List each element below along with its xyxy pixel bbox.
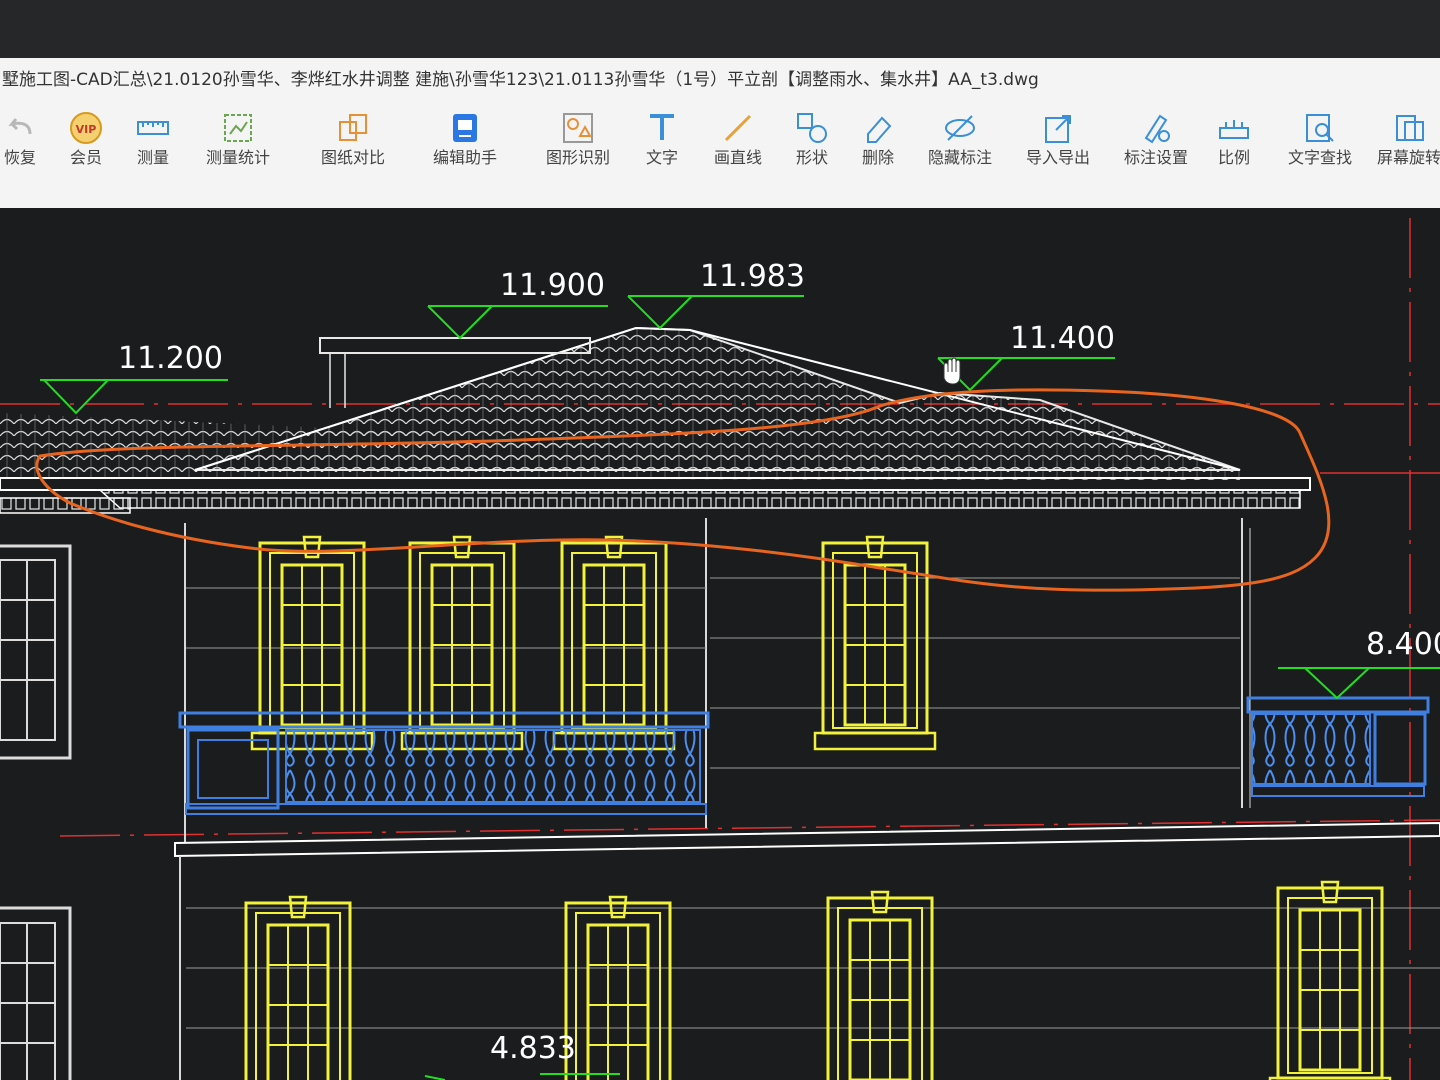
vip-badge-icon: VIP	[68, 110, 104, 146]
elevation-marker: 11.400	[937, 321, 1115, 392]
hide-annotation-icon	[942, 110, 978, 146]
text-icon	[644, 110, 680, 146]
tool-measure-stats[interactable]: 测量统计	[205, 102, 271, 202]
tool-label: 屏幕旋转	[1376, 148, 1440, 167]
elevation-label: 11.200	[118, 341, 223, 376]
left-window-lower	[0, 906, 72, 1080]
elevation-marker: 11.983	[627, 259, 805, 330]
tool-label: 图形识别	[545, 148, 610, 167]
measure-stats-icon	[220, 110, 256, 146]
balcony-railing	[178, 696, 1430, 815]
tool-label: 图纸对比	[320, 148, 385, 167]
tool-label: 文字	[645, 148, 678, 167]
window-upper	[250, 535, 937, 751]
tool-label: 导入导出	[1025, 148, 1090, 167]
tool-label: 编辑助手	[432, 148, 497, 167]
elevation-label: 11.400	[1010, 321, 1115, 356]
shape-recognition-icon	[560, 110, 596, 146]
tool-scale[interactable]: 比例	[1214, 102, 1254, 202]
elevation-drawing[interactable]: 11.200 11.900 11.983 11.400 8.400 4.833	[0, 208, 1440, 1080]
annotation-settings-icon	[1138, 110, 1174, 146]
tool-shape-recognition[interactable]: 图形识别	[543, 102, 613, 202]
tool-text[interactable]: 文字	[642, 102, 682, 202]
tool-label: 比例	[1217, 148, 1250, 167]
tool-vip[interactable]: VIP 会员	[62, 102, 110, 202]
tool-label: 隐藏标注	[927, 148, 992, 167]
scale-icon	[1216, 110, 1252, 146]
tool-label: 文字查找	[1287, 148, 1352, 167]
elevation-marker: 11.200	[40, 341, 228, 415]
tool-shapes[interactable]: 形状	[792, 102, 832, 202]
elevation-label: 8.400	[1366, 627, 1440, 662]
window-title-bar: 墅施工图-CAD汇总\21.0120孙雪华、李烨红水井调整 建施\孙雪华123\…	[0, 58, 1440, 102]
tool-hide-annotation[interactable]: 隐藏标注	[928, 102, 992, 202]
eraser-icon	[860, 110, 896, 146]
elevation-marker: 11.900	[427, 268, 608, 340]
line-icon	[720, 110, 756, 146]
elevation-marker: 8.400	[1278, 627, 1440, 700]
left-window-upper	[0, 544, 72, 760]
tool-label: 删除	[861, 148, 894, 167]
hand-cursor-icon	[943, 357, 961, 385]
tool-delete[interactable]: 删除	[858, 102, 898, 202]
tool-measure[interactable]: 测量	[130, 102, 176, 202]
text-search-icon	[1302, 110, 1338, 146]
import-export-icon	[1040, 110, 1076, 146]
elevation-marker: 4.833	[424, 1031, 620, 1080]
tool-text-search[interactable]: 文字查找	[1288, 102, 1352, 202]
elevation-label: 11.983	[700, 259, 805, 294]
elevation-label: 4.833	[490, 1031, 576, 1066]
monitor-bezel	[0, 0, 1440, 58]
main-toolbar: 恢复 VIP 会员 测量 测量统计 图纸对比 编辑助手 图形识别 文字 画直线 …	[0, 102, 1440, 209]
screen-rotate-icon	[1391, 110, 1427, 146]
window-title: 墅施工图-CAD汇总\21.0120孙雪华、李烨红水井调整 建施\孙雪华123\…	[2, 70, 1039, 90]
shapes-icon	[794, 110, 830, 146]
tool-import-export[interactable]: 导入导出	[1024, 102, 1092, 202]
tool-screen-rotate[interactable]: 屏幕旋转	[1377, 102, 1440, 202]
tool-undo[interactable]: 恢复	[0, 102, 40, 202]
undo-arrow-icon	[2, 110, 38, 146]
edit-assistant-icon	[447, 110, 483, 146]
tool-label: 测量统计	[205, 148, 270, 167]
elevation-label: 11.900	[500, 268, 605, 303]
drawing-canvas[interactable]: 11.200 11.900 11.983 11.400 8.400 4.833	[0, 208, 1440, 1080]
compare-drawings-icon	[335, 110, 371, 146]
tool-edit-assistant[interactable]: 编辑助手	[430, 102, 500, 202]
tool-annotation-settings[interactable]: 标注设置	[1122, 102, 1190, 202]
tool-compare-drawings[interactable]: 图纸对比	[318, 102, 388, 202]
tool-draw-line[interactable]: 画直线	[712, 102, 764, 202]
tool-label: 测量	[136, 148, 169, 167]
window-lower	[236, 880, 1392, 1080]
svg-text:VIP: VIP	[76, 123, 97, 136]
ruler-icon	[135, 110, 171, 146]
tool-label: 画直线	[713, 148, 762, 167]
